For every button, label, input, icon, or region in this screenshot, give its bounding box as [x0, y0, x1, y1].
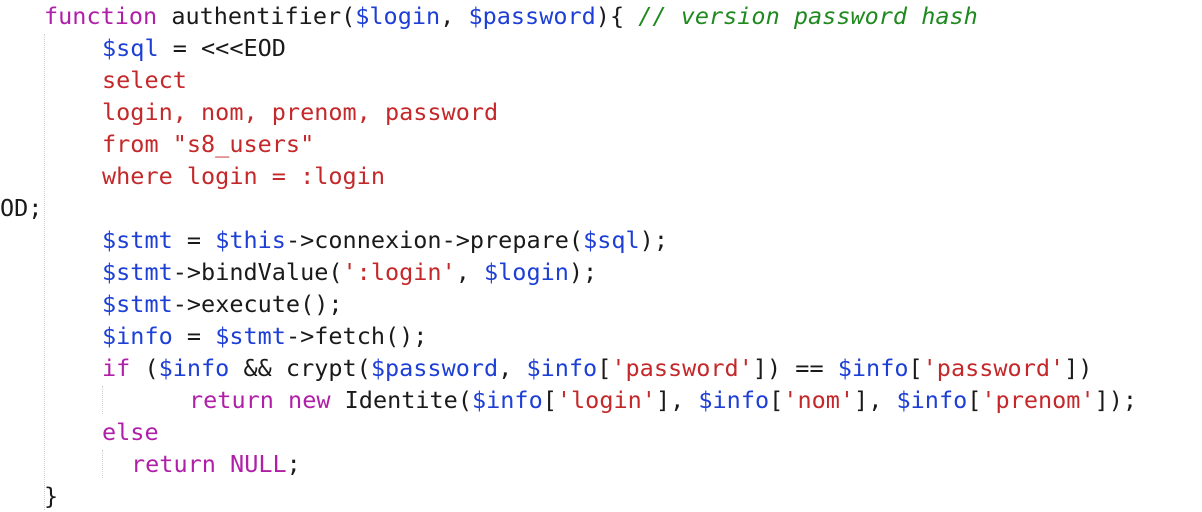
code-token: ]) — [1064, 354, 1093, 382]
code-line[interactable]: $info = $stmt->fetch(); — [102, 320, 427, 352]
code-token: else — [102, 418, 159, 446]
code-token: 'nom' — [783, 386, 855, 414]
code-token: return — [189, 386, 274, 414]
indent-guide — [44, 34, 45, 510]
code-line[interactable]: return new Identite($info['login'], $inf… — [189, 384, 1137, 416]
code-token: $stmt — [102, 226, 173, 254]
code-token: , — [498, 354, 527, 382]
code-line[interactable]: from "s8_users" — [102, 128, 314, 160]
code-token: [ — [597, 354, 612, 382]
code-token: , — [455, 258, 485, 286]
code-token: ; — [286, 450, 301, 478]
code-token: 'login' — [556, 386, 656, 414]
code-token: [ — [967, 386, 982, 414]
code-token: ->bindValue( — [172, 258, 343, 286]
code-token: $info — [526, 354, 598, 382]
code-token: ], — [655, 386, 699, 414]
code-token: ]); — [1094, 386, 1138, 414]
code-token: $stmt — [215, 322, 286, 350]
code-line[interactable]: } — [44, 480, 58, 512]
code-token: ); — [639, 226, 668, 254]
indent-guide — [102, 386, 103, 414]
code-token: $sql — [583, 226, 640, 254]
code-token: $login — [484, 258, 569, 286]
code-token: $info — [102, 322, 173, 350]
code-token: $info — [896, 386, 968, 414]
code-token: ]) == — [752, 354, 838, 382]
code-token: [ — [769, 386, 784, 414]
code-token: ':login' — [342, 258, 456, 286]
code-token: new — [288, 386, 331, 414]
code-line[interactable]: $stmt = $this->connexion->prepare($sql); — [102, 224, 668, 256]
code-token: OD; — [0, 194, 43, 222]
code-line[interactable]: OD; — [0, 192, 42, 224]
code-line[interactable]: function authentifier($login, $password)… — [44, 0, 978, 32]
code-token: [ — [908, 354, 923, 382]
code-token: } — [44, 482, 59, 510]
code-token: ->execute(); — [172, 290, 343, 318]
code-token: $this — [215, 226, 286, 254]
code-line[interactable]: return NULL; — [131, 448, 301, 480]
code-token: && crypt( — [229, 354, 371, 382]
code-token: 'password' — [611, 354, 753, 382]
code-token: = — [172, 226, 216, 254]
code-token: ){ — [595, 2, 639, 30]
code-line[interactable]: else — [102, 416, 159, 448]
code-token: $sql — [102, 34, 159, 62]
code-token: $info — [158, 354, 230, 382]
code-token: from "s8_users" — [102, 130, 315, 158]
code-line[interactable]: if ($info && crypt($password, $info['pas… — [102, 352, 1092, 384]
code-token: NULL — [230, 450, 287, 478]
indent-guide — [102, 450, 103, 478]
code-token: return — [131, 450, 216, 478]
code-token: ], — [854, 386, 897, 414]
code-token: login, nom, prenom, password — [102, 98, 499, 126]
code-token: where login = :login — [102, 162, 385, 190]
code-token: $stmt — [102, 290, 173, 318]
code-token: Identite( — [330, 386, 472, 414]
code-token: function — [44, 2, 158, 30]
code-line[interactable]: select — [102, 64, 187, 96]
code-token: $password — [468, 2, 596, 30]
code-token: if — [102, 354, 131, 382]
code-token: $info — [471, 386, 543, 414]
code-line[interactable]: login, nom, prenom, password — [102, 96, 498, 128]
code-token: ->fetch(); — [285, 322, 428, 350]
code-token: 'prenom' — [981, 386, 1095, 414]
code-token: ); — [568, 258, 598, 286]
code-token: $stmt — [102, 258, 173, 286]
code-token: = — [172, 322, 216, 350]
code-line[interactable]: $stmt->bindValue(':login', $login); — [102, 256, 597, 288]
code-token: // version password hash — [638, 2, 978, 30]
code-token: = <<<EOD — [158, 34, 286, 62]
code-line[interactable]: $stmt->execute(); — [102, 288, 343, 320]
code-token: , — [440, 2, 469, 30]
code-token: [ — [542, 386, 557, 414]
code-token: select — [102, 66, 187, 94]
code-line[interactable]: where login = :login — [102, 160, 385, 192]
code-token: $password — [370, 354, 499, 382]
code-line[interactable]: $sql = <<<EOD — [102, 32, 286, 64]
code-token: 'password' — [922, 354, 1065, 382]
code-token: $info — [698, 386, 770, 414]
code-editor[interactable]: function authentifier($login, $password)… — [0, 0, 1202, 510]
code-token: authentifier( — [157, 2, 356, 30]
code-token: ->connexion->prepare( — [285, 226, 584, 254]
code-token: $info — [837, 354, 909, 382]
code-token: $login — [355, 2, 441, 30]
code-token: ( — [130, 354, 159, 382]
